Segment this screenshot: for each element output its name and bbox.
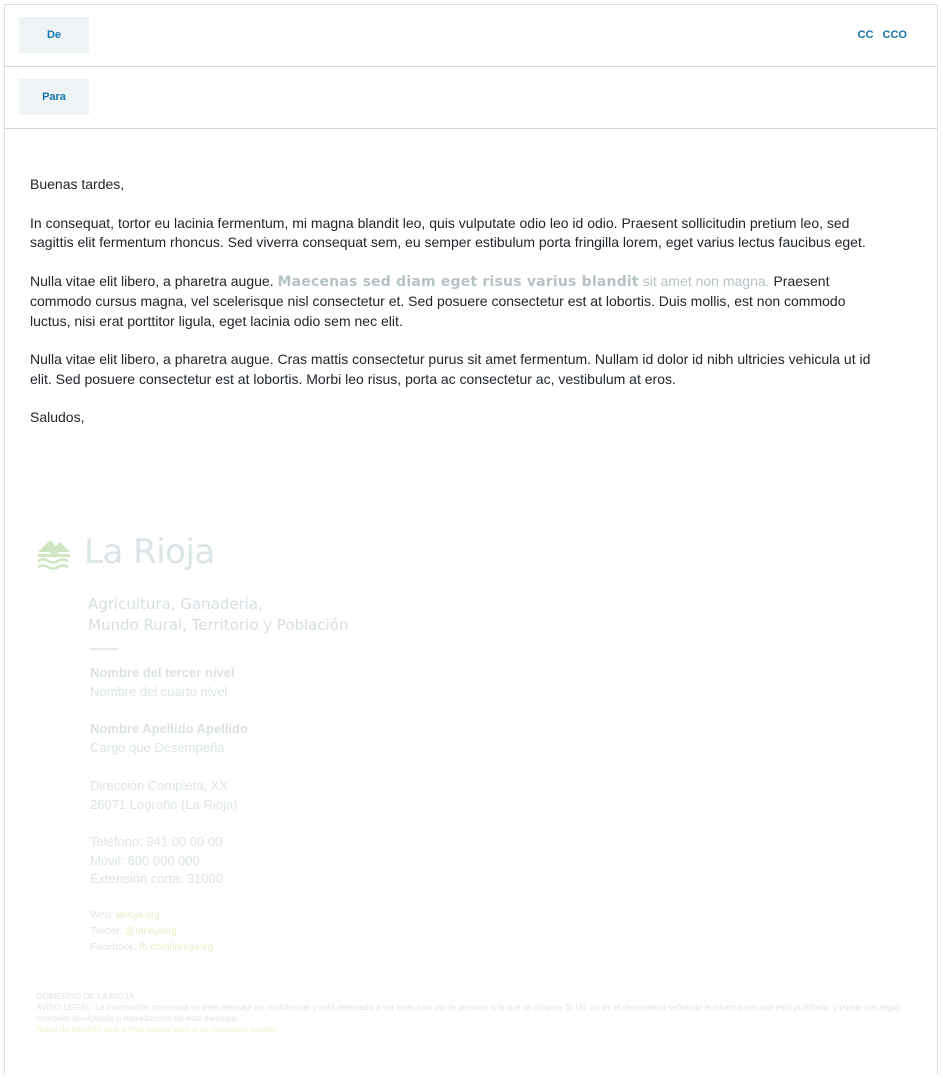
web-link[interactable]: larioja.org — [116, 910, 160, 921]
third-level: Nombre del tercer nivel — [90, 665, 235, 680]
logo-text: La Rioja — [84, 532, 215, 572]
contact-phones: Teléfono: 941 00 00 00 Móvil: 600 000 00… — [90, 833, 223, 889]
greeting: Buenas tardes, — [30, 176, 125, 192]
paragraph-3: Nulla vitae elit libero, a pharetra augu… — [30, 351, 871, 387]
twitter-label: Twitter: — [90, 926, 126, 937]
closing: Saludos, — [30, 409, 85, 425]
legal-text: AVISO LEGAL: La información contenida en… — [36, 1002, 901, 1023]
la-rioja-logo: La Rioja — [34, 532, 215, 572]
extension: Extensión corta: 31000 — [90, 871, 223, 886]
department-name: Agricultura, Ganadería, Mundo Rural, Ter… — [88, 594, 348, 636]
facebook-label: Facebook: — [90, 942, 140, 953]
facebook-link[interactable]: fb.com/lariojaorg — [139, 942, 213, 953]
person-name: Nombre Apellido Apellido — [90, 721, 248, 736]
person-info: Nombre Apellido Apellido Cargo que Desem… — [90, 720, 248, 757]
cc-bcc-links: CC CCO — [852, 29, 907, 41]
to-button[interactable]: Para — [19, 79, 89, 115]
government-name: GOBIERNO DE LA RIOJA — [36, 991, 135, 1001]
dept-line-1: Agricultura, Ganadería, — [88, 595, 263, 613]
paragraph-2-start: Nulla vitae elit libero, a pharetra augu… — [30, 272, 278, 289]
org-levels: Nombre del tercer nivel Nombre del cuart… — [90, 664, 235, 701]
to-row: Para — [5, 67, 937, 129]
print-notice: Antes de imprimir este e-mail piense bie… — [36, 1024, 280, 1034]
address-line-1: Dirección Completa, XX — [90, 778, 228, 793]
cc-button[interactable]: CC — [858, 29, 874, 41]
paragraph-2: Nulla vitae elit libero, a pharetra augu… — [30, 272, 880, 332]
la-rioja-emblem-icon — [37, 540, 70, 570]
divider — [90, 648, 118, 650]
mobile: Móvil: 600 000 000 — [90, 852, 200, 868]
bcc-button[interactable]: CCO — [883, 29, 907, 41]
address: Dirección Completa, XX 26071 Logroño (La… — [90, 777, 237, 814]
from-button[interactable]: De — [19, 17, 89, 53]
web-label: Web: — [90, 910, 116, 921]
highlighted-text: Maecenas sed diam eget risus varius blan… — [277, 273, 639, 290]
fourth-level: Nombre del cuarto nivel — [90, 683, 228, 699]
message-body[interactable]: Buenas tardes, In consequat, tortor eu l… — [30, 175, 880, 447]
faded-text: sit amet non magna. — [638, 272, 770, 289]
address-line-2: 26071 Logroño (La Rioja) — [90, 796, 238, 812]
from-row: De CC CCO — [5, 5, 937, 67]
phone: Teléfono: 941 00 00 00 — [90, 834, 223, 849]
legal-notice: GOBIERNO DE LA RIOJA AVISO LEGAL: La inf… — [36, 991, 916, 1035]
person-role: Cargo que Desempeña — [90, 739, 225, 755]
social-links: Web: larioja.org Twitter: @Iariojaorg Fa… — [90, 908, 213, 956]
dept-line-2: Mundo Rural, Territorio y Población — [88, 616, 349, 634]
paragraph-1: In consequat, tortor eu lacinia fermentu… — [30, 214, 866, 251]
twitter-link[interactable]: @Iariojaorg — [125, 926, 177, 937]
